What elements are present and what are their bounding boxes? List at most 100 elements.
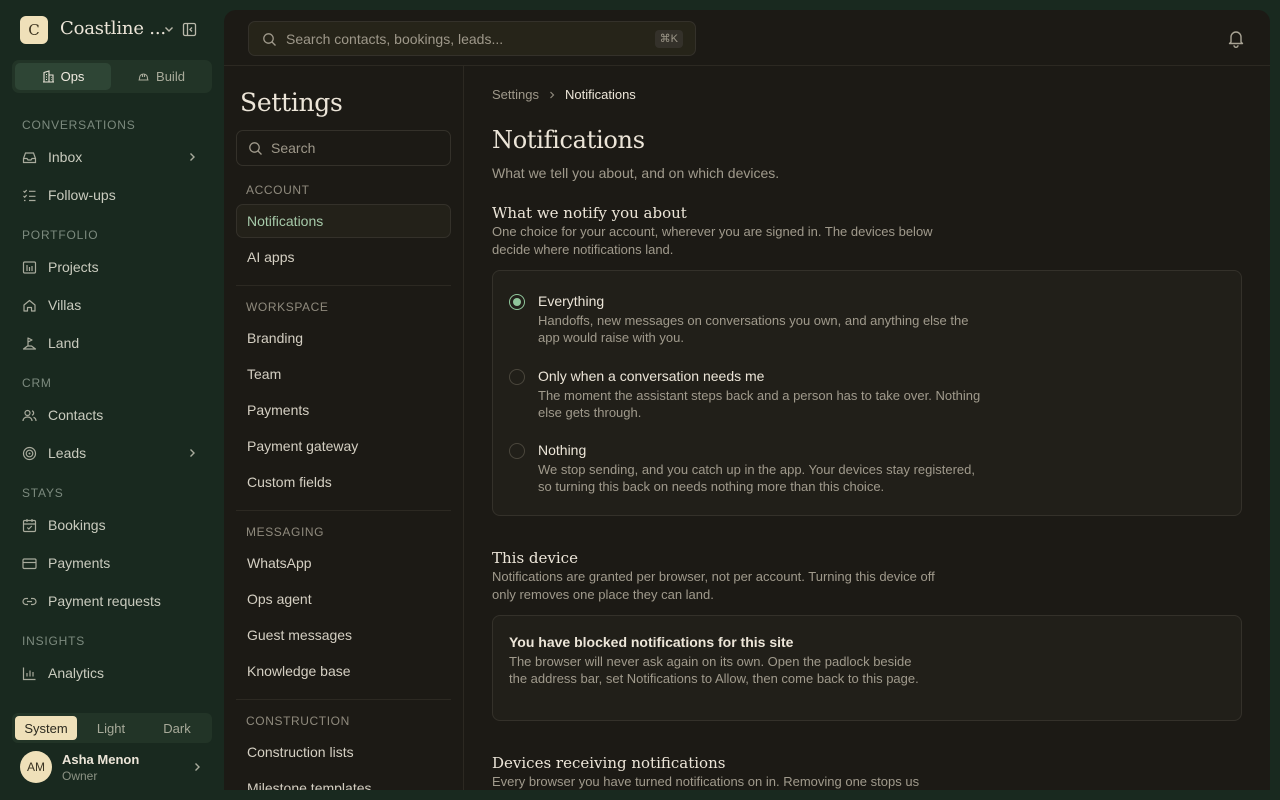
nav-item-projects[interactable]: Projects bbox=[12, 251, 212, 283]
nav-item-label: Villas bbox=[48, 297, 82, 313]
settings-item-branding[interactable]: Branding bbox=[236, 321, 451, 355]
theme-system-button[interactable]: System bbox=[15, 716, 77, 740]
divider bbox=[236, 285, 451, 286]
settings-sidebar: Settings Search ACCOUNT Notifications AI… bbox=[224, 66, 464, 790]
radio-selected[interactable] bbox=[509, 294, 525, 310]
settings-item-payments[interactable]: Payments bbox=[236, 393, 451, 427]
nav-section-portfolio: PORTFOLIO bbox=[22, 228, 99, 242]
theme-dark-button[interactable]: Dark bbox=[145, 716, 209, 740]
settings-section-account: ACCOUNT bbox=[246, 183, 310, 197]
settings-item-ops-agent[interactable]: Ops agent bbox=[236, 582, 451, 616]
settings-item-whatsapp[interactable]: WhatsApp bbox=[236, 546, 451, 580]
nav-item-payment-requests[interactable]: Payment requests bbox=[12, 585, 212, 617]
settings-item-ai-apps[interactable]: AI apps bbox=[236, 240, 451, 274]
nav-item-label: Analytics bbox=[48, 665, 105, 681]
user-role: Owner bbox=[62, 769, 98, 783]
mode-build-button[interactable]: Build bbox=[113, 63, 209, 90]
settings-item-construction-lists[interactable]: Construction lists bbox=[236, 735, 451, 769]
settings-item-guest-messages[interactable]: Guest messages bbox=[236, 618, 451, 652]
nav-item-payments[interactable]: Payments bbox=[12, 547, 212, 579]
workspace-logo: C bbox=[20, 16, 48, 44]
user-name: Asha Menon bbox=[62, 752, 140, 767]
calendar-check-icon bbox=[22, 518, 37, 533]
user-menu[interactable]: AM Asha Menon Owner bbox=[20, 750, 210, 784]
nav-section-insights: INSIGHTS bbox=[22, 634, 86, 648]
target-icon bbox=[22, 446, 37, 461]
notifications-content: Settings Notifications Notifications Wha… bbox=[492, 66, 1252, 790]
chevron-right-icon bbox=[186, 447, 198, 459]
collapse-sidebar-icon[interactable] bbox=[182, 22, 197, 37]
nav-item-bookings[interactable]: Bookings bbox=[12, 509, 212, 541]
devices-receiving-desc: Every browser you have turned notificati… bbox=[492, 774, 920, 789]
search-shortcut-badge: ⌘K bbox=[654, 30, 683, 48]
avatar: AM bbox=[20, 751, 52, 783]
option-desc: The moment the assistant steps back and … bbox=[538, 388, 981, 420]
nav-section-stays: STAYS bbox=[22, 486, 64, 500]
chevron-right-icon bbox=[191, 761, 203, 773]
nav-item-label: Bookings bbox=[48, 517, 106, 533]
settings-search-placeholder: Search bbox=[271, 140, 316, 156]
topbar: Search contacts, bookings, leads... ⌘K bbox=[224, 10, 1270, 66]
settings-search-input[interactable]: Search bbox=[236, 130, 451, 166]
workspace-name: Coastline ... bbox=[60, 18, 166, 39]
global-search-placeholder: Search contacts, bookings, leads... bbox=[286, 31, 504, 47]
devices-receiving-title: Devices receiving notifications bbox=[492, 754, 726, 772]
nav-item-label: Contacts bbox=[48, 407, 104, 423]
bell-icon[interactable] bbox=[1226, 28, 1246, 48]
mode-build-label: Build bbox=[156, 69, 185, 84]
nav-item-contacts[interactable]: Contacts bbox=[12, 399, 212, 431]
device-section-desc: Notifications are granted per browser, n… bbox=[492, 569, 935, 602]
page-title: Notifications bbox=[492, 126, 645, 154]
option-title: Only when a conversation needs me bbox=[538, 368, 765, 384]
list-check-icon bbox=[22, 188, 37, 203]
nav-item-label: Payments bbox=[48, 555, 111, 571]
home-icon bbox=[22, 298, 37, 313]
mode-ops-button[interactable]: Ops bbox=[15, 63, 111, 90]
settings-section-workspace: WORKSPACE bbox=[246, 300, 329, 314]
nav-item-label: Follow-ups bbox=[48, 187, 116, 203]
hardhat-icon bbox=[137, 70, 150, 83]
main-panel: Search contacts, bookings, leads... ⌘K S… bbox=[224, 10, 1270, 790]
notify-section-title: What we notify you about bbox=[492, 204, 687, 222]
nav-item-label: Inbox bbox=[48, 149, 83, 165]
settings-item-notifications[interactable]: Notifications bbox=[236, 204, 451, 238]
radio-unselected[interactable] bbox=[509, 443, 525, 459]
link-icon bbox=[22, 594, 37, 609]
nav-section-crm: CRM bbox=[22, 376, 52, 390]
chevron-down-icon[interactable] bbox=[163, 23, 175, 35]
notify-options-card: Everything Handoffs, new messages on con… bbox=[492, 270, 1242, 516]
workspace-switcher[interactable]: C Coastline ... bbox=[20, 16, 204, 44]
nav-item-land[interactable]: Land bbox=[12, 327, 212, 359]
breadcrumb: Settings Notifications bbox=[492, 87, 636, 102]
mode-ops-label: Ops bbox=[60, 69, 85, 84]
option-desc: We stop sending, and you catch up in the… bbox=[538, 462, 975, 494]
nav-item-villas[interactable]: Villas bbox=[12, 289, 212, 321]
radio-unselected[interactable] bbox=[509, 369, 525, 385]
credit-card-icon bbox=[22, 556, 37, 571]
mode-switch: Ops Build bbox=[12, 60, 212, 93]
global-search-input[interactable]: Search contacts, bookings, leads... ⌘K bbox=[248, 21, 696, 56]
settings-item-knowledge-base[interactable]: Knowledge base bbox=[236, 654, 451, 688]
nav-item-label: Land bbox=[48, 335, 80, 351]
settings-item-custom-fields[interactable]: Custom fields bbox=[236, 465, 451, 499]
settings-item-payment-gateway[interactable]: Payment gateway bbox=[236, 429, 451, 463]
theme-light-button[interactable]: Light bbox=[80, 716, 142, 740]
nav-item-inbox[interactable]: Inbox bbox=[12, 141, 212, 173]
divider bbox=[236, 699, 451, 700]
option-desc: Handoffs, new messages on conversations … bbox=[538, 313, 969, 345]
nav-item-label: Leads bbox=[48, 445, 87, 461]
theme-switch: System Light Dark bbox=[12, 713, 212, 743]
nav-section-conversations: CONVERSATIONS bbox=[22, 118, 136, 132]
inbox-icon bbox=[22, 150, 37, 165]
land-icon bbox=[22, 336, 37, 351]
settings-title: Settings bbox=[240, 88, 343, 117]
nav-item-follow-ups[interactable]: Follow-ups bbox=[12, 179, 212, 211]
settings-item-milestone-templates[interactable]: Milestone templates bbox=[236, 771, 451, 790]
nav-item-analytics[interactable]: Analytics bbox=[12, 657, 212, 689]
nav-item-leads[interactable]: Leads bbox=[12, 437, 212, 469]
breadcrumb-settings-link[interactable]: Settings bbox=[492, 87, 539, 102]
settings-item-team[interactable]: Team bbox=[236, 357, 451, 391]
primary-sidebar: C Coastline ... Ops Build CONVERSATIONS … bbox=[0, 0, 224, 800]
breadcrumb-current: Notifications bbox=[564, 87, 636, 102]
blocked-notice-title: You have blocked notifications for this … bbox=[509, 634, 794, 650]
